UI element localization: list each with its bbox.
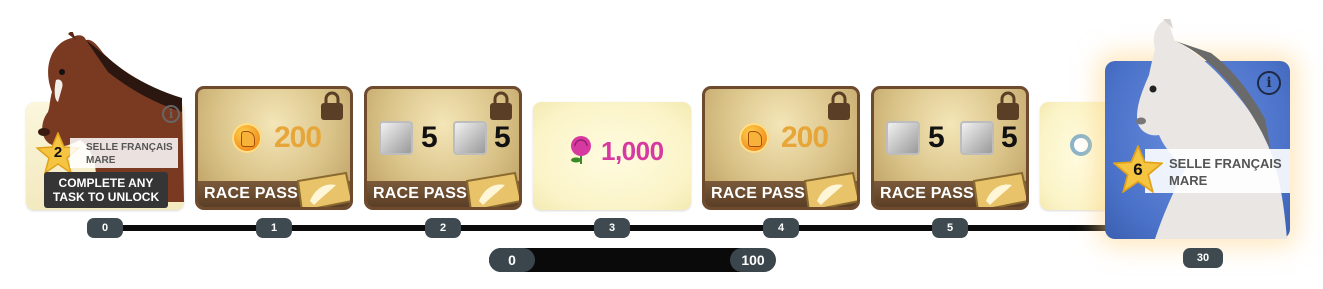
final-breed-box: SELLE FRANÇAIS MARE [1145, 149, 1290, 193]
milestone-node-30: 30 [1183, 248, 1223, 268]
final-level-star: 6 [1111, 144, 1165, 194]
progress-min-label: 0 [489, 248, 535, 272]
final-breed-name: SELLE FRANÇAIS [1169, 156, 1282, 171]
boost-icon-a [379, 121, 413, 155]
milestone-node-5: 5 [932, 218, 968, 238]
final-reward-card[interactable]: SELLE FRANÇAIS MARE 6 i [1105, 19, 1290, 239]
milestone-node-2: 2 [425, 218, 461, 238]
reward-card-5[interactable]: 5 5 RACE PASS [871, 86, 1029, 210]
race-pass-ticket-icon [296, 171, 350, 207]
unlock-banner: COMPLETE ANY TASK TO UNLOCK [44, 172, 168, 208]
milestone-node-3: 3 [594, 218, 630, 238]
breed-gender: MARE [86, 155, 116, 166]
boost-amount-b: 5 [1001, 121, 1018, 154]
reward-card-1[interactable]: 200 RACE PASS [195, 86, 353, 210]
reward-card-3[interactable]: 1,000 [533, 102, 691, 210]
reward-card-2[interactable]: 5 5 RACE PASS [364, 86, 522, 210]
race-pass-ticket-icon [465, 171, 519, 207]
reward-card-0[interactable]: 2 SELLE FRANÇAIS MARE i COMPLETE ANY TAS… [26, 32, 184, 210]
final-level-number: 6 [1133, 160, 1143, 179]
race-pass-label: RACE PASS [880, 185, 974, 202]
boost-amount-a: 5 [928, 121, 945, 154]
lock-icon [321, 91, 343, 120]
info-icon[interactable]: i [1257, 71, 1281, 95]
rose-icon [571, 136, 591, 164]
progress-max-label: 100 [730, 248, 776, 272]
lock-icon [997, 91, 1019, 120]
reward-card-4[interactable]: 200 RACE PASS [702, 86, 860, 210]
white-horse-image [1136, 19, 1287, 239]
info-icon[interactable]: i [162, 105, 180, 123]
final-breed-gender: MARE [1169, 173, 1208, 188]
milestone-node-1: 1 [256, 218, 292, 238]
unlock-text: COMPLETE ANY TASK TO UNLOCK [52, 176, 160, 204]
coin-icon [739, 123, 769, 153]
boost-icon-a [886, 121, 920, 155]
milestone-node-0: 0 [87, 218, 123, 238]
breed-name: SELLE FRANÇAIS [86, 142, 173, 153]
boost-icon-b [453, 121, 487, 155]
race-pass-ticket-icon [972, 171, 1026, 207]
coin-amount: 200 [274, 121, 322, 154]
boost-amount-a: 5 [421, 121, 438, 154]
milestone-node-4: 4 [763, 218, 799, 238]
rose-amount: 1,000 [601, 136, 664, 166]
boost-amount-b: 5 [494, 121, 511, 154]
race-pass-label: RACE PASS [711, 185, 805, 202]
lock-icon [490, 91, 512, 120]
lock-icon [828, 91, 850, 120]
coin-icon [232, 123, 262, 153]
race-pass-label: RACE PASS [204, 185, 298, 202]
race-pass-ticket-icon [803, 171, 857, 207]
coin-amount: 200 [781, 121, 829, 154]
horseshoe-icon [1070, 134, 1092, 156]
breed-label-box: SELLE FRANÇAIS MARE [70, 138, 178, 168]
boost-icon-b [960, 121, 994, 155]
race-pass-label: RACE PASS [373, 185, 467, 202]
